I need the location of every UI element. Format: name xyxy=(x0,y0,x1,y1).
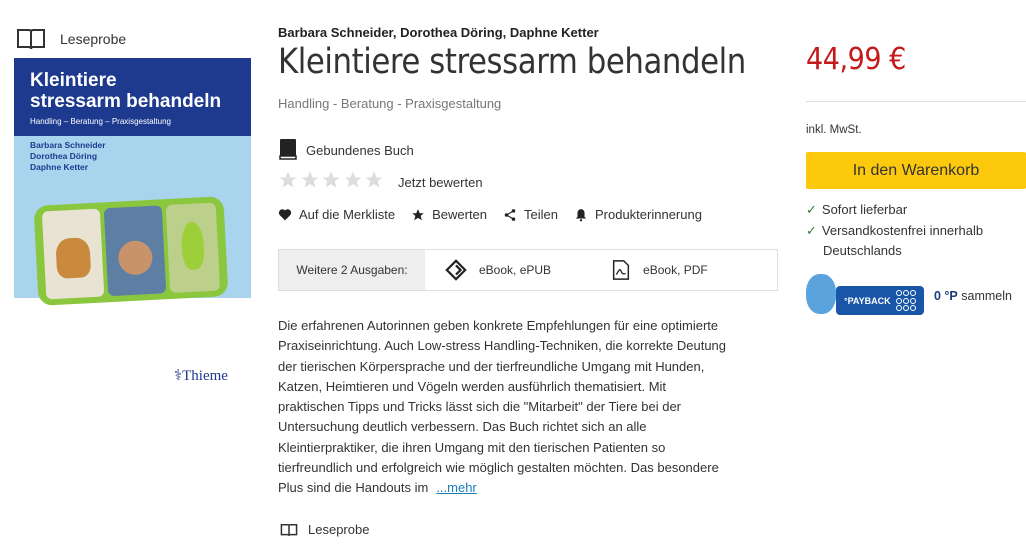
read-more-link[interactable]: ...mehr xyxy=(436,480,476,495)
publisher-logo: ⚕Thieme xyxy=(174,368,228,384)
preview-link-bottom[interactable]: Leseprobe xyxy=(280,522,369,537)
bell-icon xyxy=(575,208,587,221)
rate-now-link[interactable]: Jetzt bewerten xyxy=(398,175,483,190)
product-reminder-button[interactable]: Produkterinnerung xyxy=(574,207,702,222)
epub-icon xyxy=(445,259,467,281)
editions-label: Weitere 2 Ausgaben: xyxy=(279,250,425,290)
product-authors[interactable]: Barbara Schneider, Dorothea Döring, Daph… xyxy=(278,25,599,40)
availability-status: ✓ Sofort lieferbar xyxy=(806,202,908,217)
product-actions: Auf die Merkliste Bewerten Teilen Produk… xyxy=(278,207,718,222)
preview-label: Leseprobe xyxy=(60,31,127,47)
payback-mascot-icon xyxy=(806,274,836,314)
wishlist-button[interactable]: Auf die Merkliste xyxy=(278,207,395,222)
heart-icon xyxy=(278,209,292,221)
rate-button[interactable]: Bewerten xyxy=(411,207,487,222)
vat-note: inkl. MwSt. xyxy=(806,124,862,136)
price-divider xyxy=(806,101,1026,102)
preview-link-top[interactable]: Leseprobe xyxy=(16,27,126,51)
cover-photo-strip xyxy=(33,196,229,306)
edition-pdf[interactable]: eBook, PDF xyxy=(611,259,708,281)
cover-authors: Barbara Schneider Dorothea Döring Daphne… xyxy=(30,140,106,172)
shipping-info-cont: Deutschlands xyxy=(823,243,902,258)
payback-points: 0 °P sammeln xyxy=(934,289,1012,303)
bird-illustration xyxy=(180,221,206,271)
star-icon[interactable] xyxy=(364,170,384,190)
share-icon xyxy=(504,208,516,221)
payback-widget[interactable]: °PAYBACK 0 °P sammeln xyxy=(806,274,1026,318)
other-editions-bar: Weitere 2 Ausgaben: eBook, ePUB eBook, P… xyxy=(278,249,778,291)
star-icon[interactable] xyxy=(278,170,298,190)
star-rating[interactable] xyxy=(278,170,386,190)
shipping-info: ✓ Versandkostenfrei innerhalb xyxy=(806,223,984,238)
open-book-icon xyxy=(280,523,298,536)
edition-epub[interactable]: eBook, ePUB xyxy=(445,259,551,281)
dog-illustration xyxy=(55,237,92,279)
product-title: Kleintiere stressarm behandeln xyxy=(278,42,746,82)
share-button[interactable]: Teilen xyxy=(503,207,558,222)
open-book-icon xyxy=(16,27,46,51)
add-to-cart-button[interactable]: In den Warenkorb xyxy=(806,152,1026,189)
star-icon xyxy=(412,208,424,220)
book-cover-image[interactable]: Kleintiere stressarm behandeln Handling … xyxy=(14,58,251,388)
rabbit-illustration xyxy=(117,239,154,276)
product-description: Die erfahrenen Autorinnen geben konkrete… xyxy=(278,318,727,496)
star-icon[interactable] xyxy=(321,170,341,190)
star-icon[interactable] xyxy=(343,170,363,190)
star-icon[interactable] xyxy=(300,170,320,190)
cover-title: Kleintiere stressarm behandeln xyxy=(30,70,222,112)
hardcover-book-icon xyxy=(278,138,298,163)
product-subtitle: Handling - Beratung - Praxisgestaltung xyxy=(278,96,502,111)
pdf-icon xyxy=(612,260,630,280)
format-label: Gebundenes Buch xyxy=(306,143,414,158)
checkmark-icon: ✓ xyxy=(806,202,817,217)
format-indicator: Gebundenes Buch xyxy=(278,138,414,163)
cover-subtitle: Handling – Beratung – Praxisgestaltung xyxy=(30,117,171,126)
product-price: 44,99 € xyxy=(806,42,906,77)
checkmark-icon: ✓ xyxy=(806,223,817,238)
payback-logo: °PAYBACK xyxy=(836,286,924,315)
